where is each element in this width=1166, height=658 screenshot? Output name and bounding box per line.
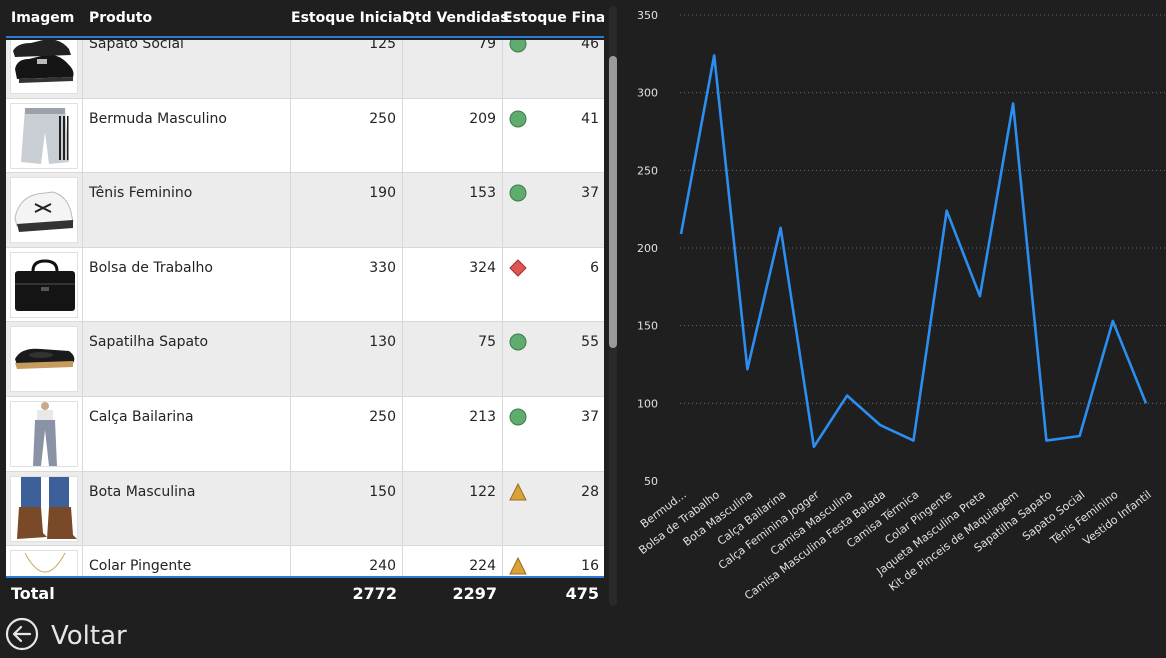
data-point[interactable]: [775, 222, 787, 234]
sold-value: 209: [403, 98, 503, 173]
arrow-left-circle-icon: [5, 617, 39, 655]
back-button-label: Voltar: [51, 621, 127, 651]
table-totals-row: Total 2772 2297 475: [6, 576, 604, 608]
sold-value: 324: [403, 247, 503, 322]
data-point[interactable]: [874, 419, 886, 431]
bag-icon: [10, 251, 78, 318]
y-tick-label: 300: [637, 87, 658, 100]
y-tick-label: 200: [637, 242, 658, 255]
product-name: Sapatilha Sapato: [83, 322, 291, 396]
initial-stock-value: 250: [291, 396, 403, 471]
y-tick-label: 250: [637, 164, 658, 177]
final-stock-value: 46: [581, 40, 599, 52]
data-point[interactable]: [1007, 98, 1019, 110]
table-row[interactable]: Tênis Feminino 190 153 37: [6, 173, 604, 248]
final-stock-value: 55: [581, 334, 599, 351]
flat-shoe-icon: [10, 326, 78, 393]
final-stock-value: 6: [590, 259, 599, 276]
data-point[interactable]: [1107, 315, 1119, 327]
initial-stock-value: 190: [291, 173, 403, 247]
table-row[interactable]: Calça Bailarina 250 213 37: [6, 396, 604, 472]
status-diamond-red-icon: [509, 259, 527, 277]
necklace-icon: [10, 550, 78, 576]
total-sold: 2297: [452, 584, 497, 603]
status-circle-green-icon: [509, 184, 527, 202]
status-circle-green-icon: [509, 110, 527, 128]
back-button[interactable]: Voltar: [5, 616, 127, 656]
sold-value: 79: [403, 40, 503, 98]
data-point[interactable]: [908, 435, 920, 447]
y-tick-label: 150: [637, 320, 658, 333]
data-point[interactable]: [974, 290, 986, 302]
y-tick-label: 350: [637, 9, 658, 22]
product-name: Calça Bailarina: [83, 396, 291, 471]
product-name: Sapato Social: [83, 40, 291, 98]
y-tick-label: 100: [637, 397, 658, 410]
data-point[interactable]: [1040, 435, 1052, 447]
sold-value: 224: [403, 546, 503, 576]
sold-value: 122: [403, 471, 503, 546]
table-row[interactable]: Sapato Social 125 79 46: [6, 40, 604, 99]
initial-stock-value: 130: [291, 322, 403, 396]
initial-stock-value: 250: [291, 98, 403, 173]
data-point[interactable]: [675, 228, 687, 240]
initial-stock-value: 150: [291, 471, 403, 546]
table-row[interactable]: Bota Masculina 150 122 28: [6, 471, 604, 547]
product-name: Bolsa de Trabalho: [83, 247, 291, 322]
final-stock-value: 28: [581, 483, 599, 500]
data-point[interactable]: [841, 390, 853, 402]
table-header: Imagem Produto Estoque Inicial Qtd Vendi…: [6, 0, 604, 38]
totals-label: Total: [11, 584, 55, 603]
column-header-sold[interactable]: Qtd Vendidas: [403, 0, 509, 36]
product-name: Bota Masculina: [83, 471, 291, 546]
boots-icon: [10, 475, 78, 542]
initial-stock-value: 240: [291, 546, 403, 576]
data-point[interactable]: [1140, 397, 1152, 409]
sold-value: 75: [403, 322, 503, 396]
sold-value: 213: [403, 396, 503, 471]
pants-icon: [10, 400, 78, 467]
total-final-stock: 475: [565, 584, 599, 603]
final-stock-value: 37: [581, 185, 599, 202]
table-row[interactable]: Colar Pingente 240 224 16: [6, 546, 604, 576]
column-header-final-stock[interactable]: Estoque Final: [503, 0, 604, 36]
column-header-product[interactable]: Produto: [83, 0, 291, 36]
data-point[interactable]: [708, 49, 720, 61]
line-chart: 50100150200250300350Bermud...Bolsa de Tr…: [636, 9, 1166, 600]
final-stock-value: 41: [581, 110, 599, 127]
table-scrollbar[interactable]: [609, 6, 617, 606]
sold-value: 153: [403, 173, 503, 247]
total-initial-stock: 2772: [352, 584, 397, 603]
column-header-image[interactable]: Imagem: [6, 0, 83, 36]
data-point[interactable]: [941, 205, 953, 217]
table-row[interactable]: Sapatilha Sapato 130 75 55: [6, 322, 604, 397]
final-stock-value: 37: [581, 408, 599, 425]
initial-stock-value: 330: [291, 247, 403, 322]
y-tick-label: 50: [644, 475, 658, 488]
status-triangle-yellow-icon: [509, 482, 527, 501]
data-point[interactable]: [808, 441, 820, 453]
status-circle-green-icon: [509, 40, 527, 53]
initial-stock-value: 125: [291, 40, 403, 98]
data-point[interactable]: [741, 363, 753, 375]
status-circle-green-icon: [509, 408, 527, 426]
final-stock-value: 16: [581, 558, 599, 575]
table-body[interactable]: Sapato Social 125 79 46 Bermuda Masculin…: [6, 40, 604, 576]
product-name: Tênis Feminino: [83, 173, 291, 247]
shorts-icon: [10, 102, 78, 169]
scrollbar-thumb[interactable]: [609, 56, 617, 348]
shoe-icon: [10, 40, 78, 94]
stock-table: Imagem Produto Estoque Inicial Qtd Vendi…: [6, 0, 604, 608]
series-line[interactable]: [679, 54, 1148, 449]
column-header-initial-stock[interactable]: Estoque Inicial: [291, 0, 407, 36]
sneaker-icon: [10, 177, 78, 244]
product-name: Colar Pingente: [83, 546, 291, 576]
status-circle-green-icon: [509, 333, 527, 351]
table-row[interactable]: Bolsa de Trabalho 330 324 6: [6, 247, 604, 323]
status-triangle-yellow-icon: [509, 557, 527, 575]
data-point[interactable]: [1074, 430, 1086, 442]
product-name: Bermuda Masculino: [83, 98, 291, 173]
table-row[interactable]: Bermuda Masculino 250 209 41: [6, 98, 604, 174]
